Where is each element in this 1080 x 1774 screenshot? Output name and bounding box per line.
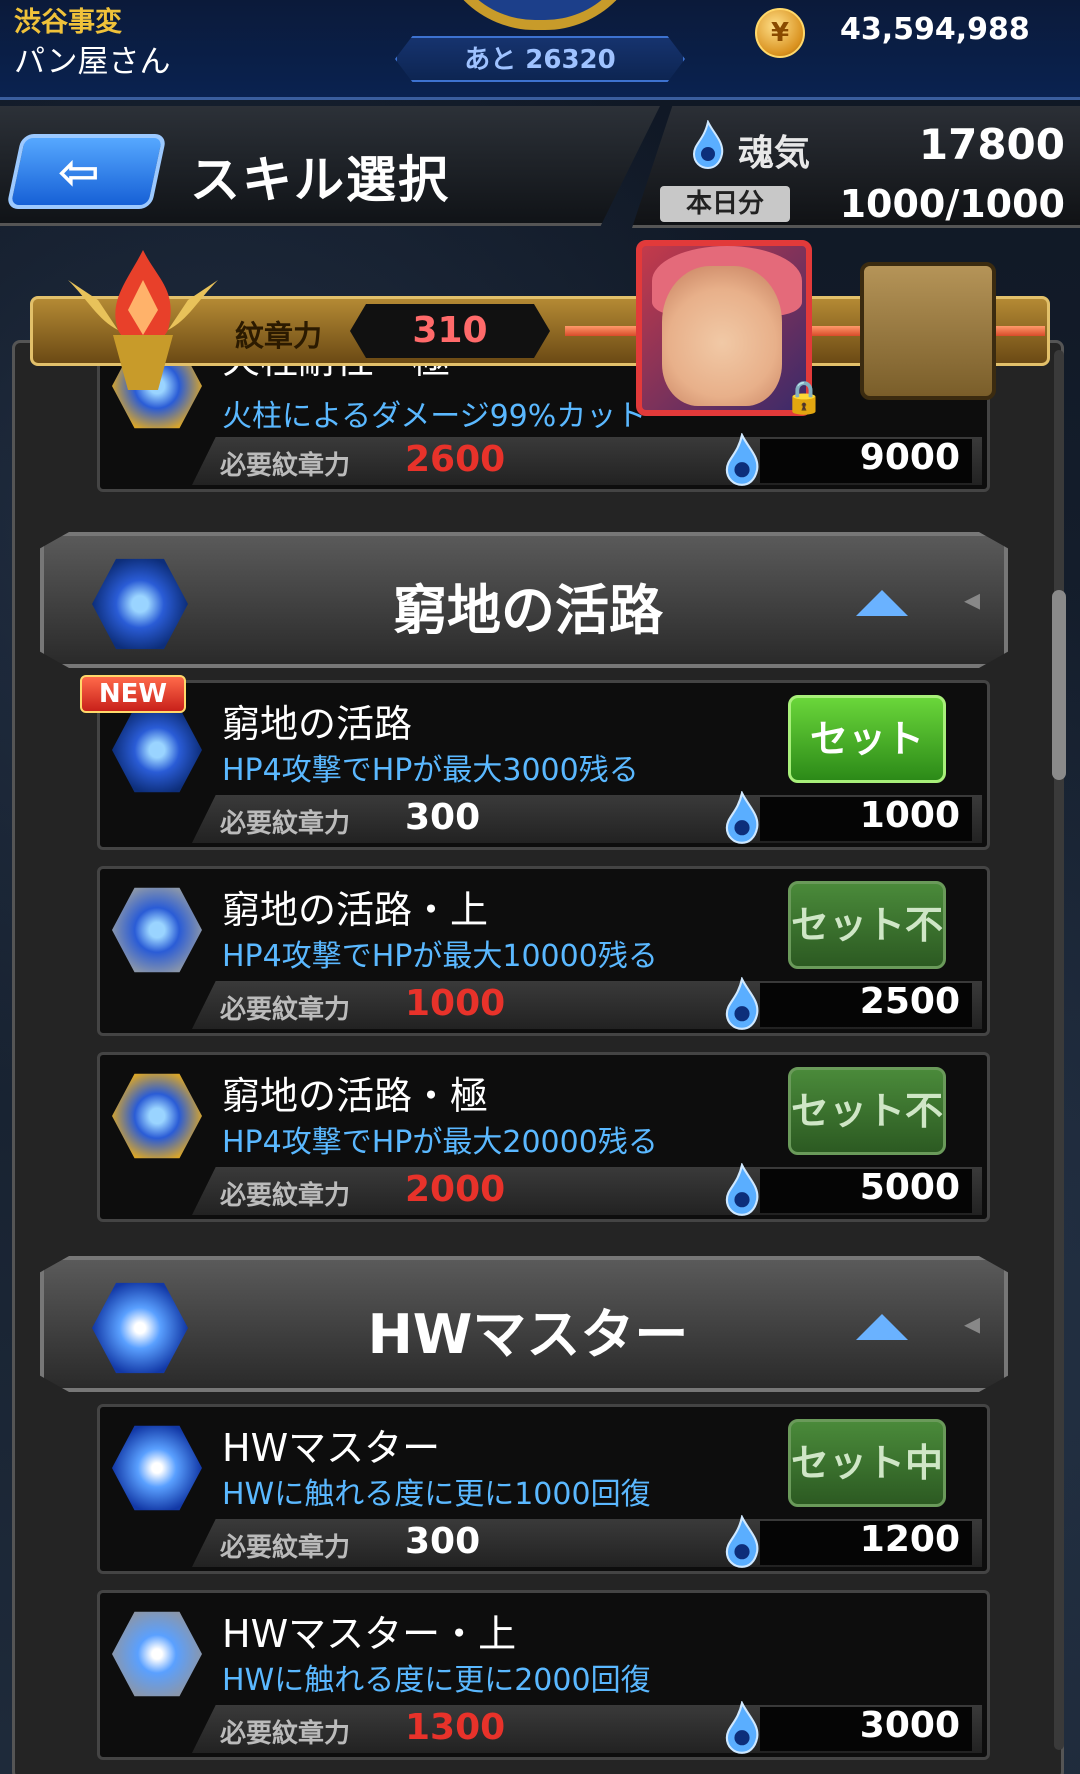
skill-description: HWに触れる度に更に2000回復 — [222, 1663, 651, 1698]
section-header-desperation[interactable]: 窮地の活路 ◂ — [40, 532, 1008, 668]
hw-master-skill-icon — [112, 1611, 202, 1697]
cost-value: 1000 — [859, 795, 960, 836]
back-button[interactable]: ⇦ — [6, 134, 167, 209]
side-arrow-icon: ◂ — [964, 1304, 981, 1342]
soul-flame-icon — [725, 1701, 759, 1754]
requirement-value: 1300 — [405, 1707, 506, 1748]
page-title: スキル選択 — [190, 151, 450, 209]
skill-name: HWマスター・上 — [222, 1612, 517, 1656]
cost-value: 2500 — [859, 981, 960, 1022]
set-button[interactable]: セット — [788, 695, 946, 783]
skill-row[interactable]: HWマスター HWに触れる度に更に1000回復 セット中 必要紋章力 300 1… — [97, 1404, 990, 1574]
emblem-power-value: 310 — [350, 304, 550, 358]
requirement-label: 必要紋章力 — [220, 995, 351, 1025]
collapse-arrow-icon[interactable] — [856, 590, 908, 616]
requirement-value: 300 — [405, 1521, 481, 1562]
requirement-value: 1000 — [405, 983, 506, 1024]
skill-description: HWに触れる度に更に1000回復 — [222, 1477, 651, 1512]
scrollbar-thumb[interactable] — [1052, 590, 1066, 780]
skill-description: 火柱によるダメージ99%カット — [222, 399, 647, 434]
skill-name: 窮地の活路・極 — [222, 1074, 489, 1118]
character-face — [662, 266, 782, 406]
skill-row[interactable]: 窮地の活路・上 HP4攻撃でHPが最大10000残る セット不可 必要紋章力 1… — [97, 866, 990, 1036]
soul-flame-icon — [725, 1515, 759, 1568]
requirement-value: 2600 — [405, 439, 506, 480]
new-badge: NEW — [80, 675, 186, 713]
coin-icon: ¥ — [755, 8, 805, 58]
top-status-bar: 渋谷事変 パン屋さん あと 26320 ¥ 43,594,988 — [0, 0, 1080, 100]
requirement-value: 2000 — [405, 1169, 506, 1210]
skill-row[interactable]: HWマスター・上 HWに触れる度に更に2000回復 必要紋章力 1300 300… — [97, 1590, 990, 1760]
requirement-value: 300 — [405, 797, 481, 838]
hw-master-skill-icon — [112, 1425, 202, 1511]
skill-name: 窮地の活路 — [222, 702, 413, 746]
desperation-skill-icon — [112, 1073, 202, 1159]
cost-value: 3000 — [859, 1705, 960, 1746]
desperation-skill-icon — [112, 707, 202, 793]
set-unavailable-button[interactable]: セット不可 — [788, 1067, 946, 1215]
soul-value: 17800 — [918, 120, 1065, 169]
skill-description: HP4攻撃でHPが最大3000残る — [222, 753, 639, 788]
player-name: パン屋さん — [14, 44, 171, 80]
set-active-button[interactable]: セット中 — [788, 1419, 946, 1507]
coin-value: 43,594,988 — [840, 12, 1030, 47]
set-unavailable-button[interactable]: セット不可 — [788, 881, 946, 1029]
skill-name: 窮地の活路・上 — [222, 888, 489, 932]
requirement-label: 必要紋章力 — [220, 1533, 351, 1563]
rank-emblem-icon — [435, 0, 645, 30]
lock-icon: 🔒 — [784, 378, 824, 416]
section-header-hw-master[interactable]: HWマスター ◂ — [40, 1256, 1008, 1392]
requirement-label: 必要紋章力 — [220, 451, 351, 481]
soul-flame-icon — [725, 977, 759, 1030]
event-name: 渋谷事変 — [14, 7, 122, 38]
desperation-skill-icon — [112, 887, 202, 973]
skill-row[interactable]: NEW 窮地の活路 HP4攻撃でHPが最大3000残る セット 必要紋章力 30… — [80, 675, 990, 850]
soul-flame-icon — [692, 120, 724, 170]
skill-description: HP4攻撃でHPが最大20000残る — [222, 1125, 658, 1160]
skill-row[interactable]: 窮地の活路・極 HP4攻撃でHPが最大20000残る セット不可 必要紋章力 2… — [97, 1052, 990, 1222]
skill-description: HP4攻撃でHPが最大10000残る — [222, 939, 658, 974]
scroll-track — [1054, 350, 1064, 1750]
requirement-label: 必要紋章力 — [220, 809, 351, 839]
cost-value: 9000 — [859, 437, 960, 478]
requirement-label: 必要紋章力 — [220, 1181, 351, 1211]
cost-value: 1200 — [859, 1519, 960, 1560]
soul-flame-icon — [725, 1163, 759, 1216]
empty-character-slot[interactable] — [860, 262, 996, 400]
side-arrow-icon: ◂ — [964, 580, 981, 618]
soul-flame-icon — [725, 791, 759, 844]
soul-flame-icon — [725, 433, 759, 486]
soul-label: 魂気 — [738, 133, 811, 174]
today-value: 1000/1000 — [839, 182, 1065, 226]
today-label: 本日分 — [660, 186, 790, 222]
skill-name: HWマスター — [222, 1426, 441, 1470]
left-arrow-icon: ⇦ — [57, 143, 100, 201]
cost-value: 5000 — [859, 1167, 960, 1208]
requirement-label: 必要紋章力 — [220, 1719, 351, 1749]
emblem-power-label: 紋章力 — [235, 319, 323, 353]
collapse-arrow-icon[interactable] — [856, 1314, 908, 1340]
crest-emblem-icon — [68, 250, 218, 390]
remaining-counter: あと 26320 — [395, 36, 685, 82]
